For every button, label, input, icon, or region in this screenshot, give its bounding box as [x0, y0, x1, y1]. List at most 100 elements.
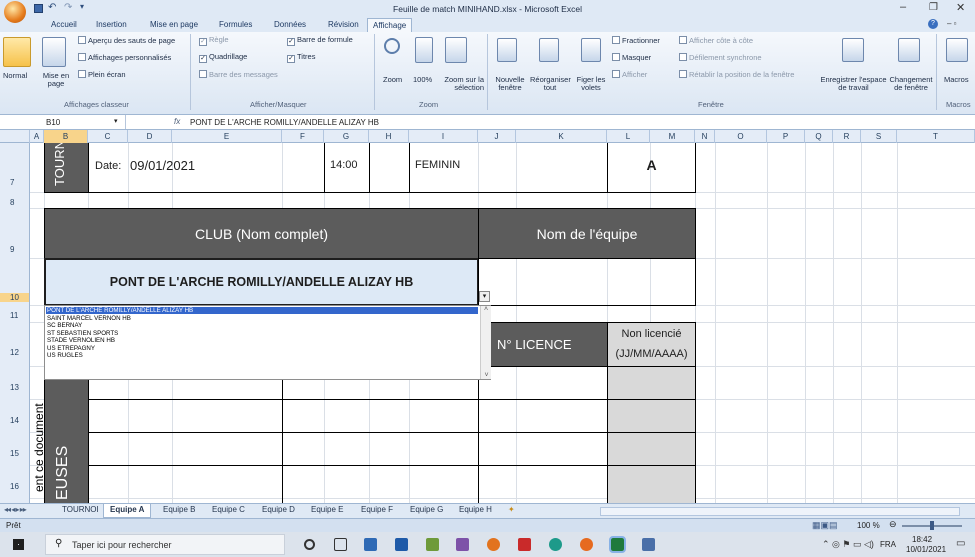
media-app-icon[interactable] — [395, 538, 408, 551]
category-cell[interactable]: FEMININ — [409, 143, 608, 193]
formula-input[interactable]: PONT DE L'ARCHE ROMILLY/ANDELLE ALIZAY H… — [190, 118, 379, 127]
tab-revision[interactable]: Révision — [328, 20, 359, 29]
windows-start-icon[interactable] — [13, 539, 24, 550]
name-box-dropdown-icon[interactable]: ▾ — [114, 117, 118, 125]
file-explorer-icon[interactable] — [364, 538, 377, 551]
page-layout-icon[interactable] — [42, 37, 66, 67]
column-header[interactable]: K — [516, 130, 607, 143]
firefox-icon[interactable] — [580, 538, 593, 551]
non-licencie-cell[interactable] — [607, 399, 696, 433]
column-header[interactable]: F — [282, 130, 324, 143]
zoom-100-label[interactable]: 100% — [413, 75, 432, 84]
freeze-panes-icon[interactable] — [581, 38, 601, 62]
date-cell[interactable]: Date: 09/01/2021 — [88, 143, 325, 193]
headings-checkbox[interactable]: ✓ Titres — [287, 52, 315, 63]
ruler-checkbox[interactable]: ✓ Règle — [199, 35, 229, 46]
freeze-panes-label[interactable]: Figer les volets — [572, 75, 610, 93]
clock-time[interactable]: 18:42 — [912, 535, 932, 544]
row-header[interactable]: 13 — [0, 383, 30, 392]
save-workspace-label[interactable]: Enregistrer l'espace de travail — [820, 75, 887, 93]
zoom-out-icon[interactable]: ⊖ — [889, 519, 897, 530]
message-bar-checkbox[interactable]: Barre des messages — [199, 70, 278, 79]
name-box[interactable]: B10 ▾ — [0, 115, 126, 129]
custom-views-button[interactable]: Affichages personnalisés — [78, 53, 171, 62]
minimize-button[interactable]: – — [900, 1, 906, 13]
licence-cell[interactable] — [478, 432, 608, 466]
dropdown-scrollbar[interactable]: ˄ ˅ — [480, 306, 491, 379]
taskbar-search-box[interactable]: ⚲ Taper ici pour rechercher — [45, 534, 285, 555]
row-header[interactable]: 15 — [0, 449, 30, 458]
arrange-all-icon[interactable] — [539, 38, 559, 62]
side-by-side-button[interactable]: Afficher côte à côte — [679, 36, 753, 45]
normal-view-label[interactable]: Normal — [3, 71, 27, 80]
sheet-nav-arrows-icon[interactable]: ◂◂ ◂ ▸ ▸▸ — [4, 505, 27, 514]
empty-cell[interactable] — [369, 143, 410, 193]
player-firstname-cell[interactable] — [282, 399, 479, 433]
macros-icon[interactable] — [946, 38, 968, 62]
non-licencie-cell[interactable] — [607, 366, 696, 400]
row-header[interactable]: 11 — [0, 311, 30, 320]
club-dropdown-list[interactable]: PONT DE L'ARCHE ROMILLY/ANDELLE ALIZAY H… — [44, 305, 491, 380]
column-header[interactable]: T — [897, 130, 975, 143]
tab-insertion[interactable]: Insertion — [96, 20, 127, 29]
column-header[interactable]: J — [478, 130, 516, 143]
tab-accueil[interactable]: Accueil — [51, 20, 77, 29]
licence-cell[interactable] — [478, 465, 608, 503]
column-header[interactable]: S — [861, 130, 897, 143]
column-header[interactable]: Q — [805, 130, 833, 143]
dropdown-option[interactable]: US ETREPAGNY — [47, 345, 95, 352]
column-header[interactable]: D — [128, 130, 172, 143]
unhide-button[interactable]: Afficher — [612, 70, 647, 79]
dropdown-option[interactable]: SAINT MARCEL VERNON HB — [47, 315, 131, 322]
gridlines-checkbox[interactable]: ✓ Quadrillage — [199, 52, 247, 63]
zoom-level[interactable]: 100 % — [857, 521, 880, 530]
dropdown-arrow-button[interactable]: ▾ — [479, 291, 490, 302]
cortana-icon[interactable] — [304, 539, 315, 550]
acrobat-icon[interactable] — [518, 538, 531, 551]
formula-bar-checkbox[interactable]: ✓ Barre de formule — [287, 35, 353, 46]
switch-window-icon[interactable] — [898, 38, 920, 62]
language-indicator[interactable]: FRA — [880, 540, 896, 549]
sheet-tab-equipe-d[interactable]: Equipe D — [262, 505, 295, 514]
sync-scroll-button[interactable]: Défilement synchrone — [679, 53, 762, 62]
dropdown-option[interactable]: STADE VERNOLIEN HB — [47, 337, 115, 344]
sheet-tab-equipe-a[interactable]: Equipe A — [103, 504, 152, 518]
split-button[interactable]: Fractionner — [612, 36, 660, 45]
orange-app-icon[interactable] — [487, 538, 500, 551]
row-header[interactable]: 7 — [0, 178, 30, 187]
macros-label[interactable]: Macros — [944, 75, 969, 84]
non-licencie-cell[interactable] — [607, 465, 696, 503]
notification-icon[interactable]: ▭ — [956, 538, 965, 549]
dropdown-option[interactable]: ST SEBASTIEN SPORTS — [47, 330, 118, 337]
new-window-label[interactable]: Nouvelle fenêtre — [491, 75, 529, 93]
scroll-down-icon[interactable]: ˅ — [481, 372, 492, 379]
licence-cell[interactable] — [478, 366, 608, 400]
row-header[interactable]: 9 — [0, 245, 30, 254]
page-break-preview-button[interactable]: Aperçu des sauts de page — [78, 36, 175, 45]
sheet-tab-equipe-h[interactable]: Equipe H — [459, 505, 492, 514]
select-all-corner[interactable] — [0, 130, 30, 143]
player-firstname-cell[interactable] — [282, 432, 479, 466]
paint-app-icon[interactable] — [426, 538, 439, 551]
sheet-tab-equipe-b[interactable]: Equipe B — [163, 505, 195, 514]
row-header[interactable]: 12 — [0, 348, 30, 357]
club-select-cell[interactable]: PONT DE L'ARCHE ROMILLY/ANDELLE ALIZAY H… — [44, 258, 479, 306]
save-workspace-icon[interactable] — [842, 38, 864, 62]
zoom-label[interactable]: Zoom — [383, 75, 402, 84]
horizontal-scrollbar[interactable] — [600, 507, 960, 516]
fx-icon[interactable]: fx — [174, 117, 180, 126]
sheet-tab-equipe-g[interactable]: Equipe G — [410, 505, 443, 514]
tab-donnees[interactable]: Données — [274, 20, 306, 29]
player-firstname-cell[interactable] — [282, 465, 479, 503]
full-screen-button[interactable]: Plein écran — [78, 70, 126, 79]
reset-position-button[interactable]: Rétablir la position de la fenêtre — [679, 70, 794, 79]
team-letter-cell[interactable]: A — [607, 143, 696, 193]
task-view-icon[interactable] — [334, 538, 347, 551]
sheet-tab-equipe-f[interactable]: Equipe F — [361, 505, 393, 514]
switch-window-label[interactable]: Changement de fenêtre — [888, 75, 934, 93]
sheet-tab-equipe-c[interactable]: Equipe C — [212, 505, 245, 514]
column-header[interactable]: O — [715, 130, 767, 143]
player-name-cell[interactable] — [88, 399, 283, 433]
team-name-cell[interactable] — [478, 258, 696, 306]
clock-date[interactable]: 10/01/2021 — [906, 545, 946, 554]
